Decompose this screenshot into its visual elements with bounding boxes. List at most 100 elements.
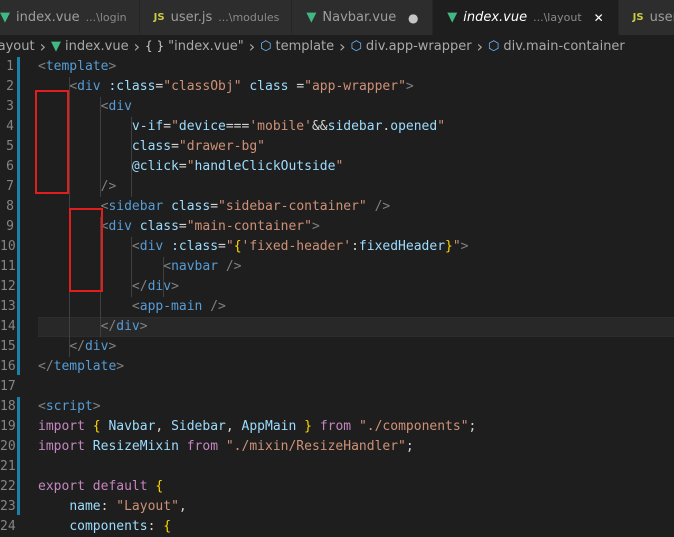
code-line[interactable]: 1 <template> [0, 57, 674, 77]
code-line[interactable]: 19 import { Navbar, Sidebar, AppMain } fr… [0, 417, 674, 437]
chevron-right-icon: › [133, 36, 141, 56]
breadcrumb-label: "index.vue" [168, 38, 244, 54]
code-line[interactable]: 3 <div [0, 97, 674, 117]
code-token: handleClickOutside [194, 159, 336, 174]
code-line[interactable]: 24 components: { [0, 517, 674, 537]
cube-icon: ⬡ [350, 38, 362, 54]
line-number: 18 [0, 399, 16, 414]
breadcrumb-item[interactable]: ⬡ template [260, 39, 334, 54]
code-token: "drawer-bg" [178, 139, 265, 154]
code-token: 'fixed-header' [241, 239, 352, 254]
code-line[interactable]: 6 @click="handleClickOutside" [0, 157, 674, 177]
code-line[interactable]: 15 </div> [0, 337, 674, 357]
code-token: template [45, 59, 109, 74]
code-line[interactable]: 21 [0, 457, 674, 477]
code-token: "./components" [358, 419, 469, 434]
chevron-right-icon: › [476, 36, 483, 56]
code-text: export default { [38, 477, 163, 497]
code-line[interactable]: 23 name: "Layout", [0, 497, 674, 517]
code-token: script [45, 399, 93, 414]
code-line[interactable]: 4 v-if="device==='mobile'&&sidebar.opene… [0, 117, 674, 137]
line-number: 16 [0, 359, 16, 374]
tab-label: Navbar.vue [322, 10, 397, 25]
code-token: from [319, 419, 352, 434]
code-token: template [53, 359, 117, 374]
line-number: 14 [0, 319, 16, 334]
editor-tab[interactable]: JS user.js [618, 0, 674, 35]
line-number: 8 [6, 199, 14, 214]
code-line[interactable]: 7 /> [0, 177, 674, 197]
code-line[interactable]: 13 <app-main /> [0, 297, 674, 317]
code-text: </template> [38, 357, 124, 377]
cube-icon: ⬡ [260, 38, 272, 54]
code-text: <div :class="classObj" class ="app-wrapp… [38, 77, 414, 97]
editor-tab[interactable]: ▼ index.vue ...\login [0, 0, 140, 35]
code-token: </ [69, 339, 85, 354]
code-line[interactable]: 16 </template> [0, 357, 674, 377]
code-token: = [288, 79, 305, 94]
code-text: name: "Layout", [38, 497, 186, 517]
code-token: "Layout" [116, 499, 179, 514]
code-token: 'mobile' [249, 119, 312, 134]
line-number: 24 [0, 519, 16, 534]
code-line[interactable]: 5 class="drawer-bg" [0, 137, 674, 157]
code-line[interactable]: 14 </div> [0, 317, 674, 337]
breadcrumb-item[interactable]: ⬡ div.main-container [488, 39, 625, 54]
braces-icon: { } [145, 39, 165, 53]
close-icon[interactable]: ✕ [592, 11, 606, 25]
code-token: default [92, 479, 148, 494]
breadcrumb-label: div.main-container [503, 38, 625, 54]
code-line[interactable]: 20 import ResizeMixin from "./mixin/Resiz… [0, 437, 674, 457]
code-token: < [131, 239, 140, 254]
code-line[interactable]: 18 <script> [0, 397, 674, 417]
breadcrumb-item[interactable]: ▼ index.vue [51, 39, 129, 54]
line-number: 23 [0, 499, 16, 514]
code-token: from [186, 439, 219, 454]
code-token: fixedHeader [358, 239, 446, 254]
tab-label: user.js [170, 10, 213, 25]
line-number: 7 [6, 179, 14, 194]
code-token: " [225, 239, 234, 254]
code-token: "classObj" [163, 79, 242, 94]
code-text: components: { [38, 517, 171, 537]
editor-tab[interactable]: JS user.js ...\modules [139, 0, 293, 35]
code-token: "main-container" [186, 219, 312, 234]
breadcrumb-item[interactable]: ⬡ div.app-wrapper [351, 39, 472, 54]
editor-tab[interactable]: ▼ index.vue ...\layout ✕ [433, 0, 619, 35]
breadcrumb-item[interactable]: layout [0, 39, 35, 54]
editor-tab[interactable]: ▼ Navbar.vue ● [292, 0, 434, 35]
code-line[interactable]: 17 [0, 377, 674, 397]
line-number: 11 [0, 259, 16, 274]
code-token: Navbar [108, 419, 156, 434]
code-text: </div> [38, 277, 179, 297]
code-token: :class [171, 239, 219, 254]
line-number: 13 [0, 299, 16, 314]
unsaved-dot-icon[interactable]: ● [406, 11, 420, 25]
breadcrumb-label: template [275, 38, 335, 54]
code-editor[interactable]: 1 <template> 2 <div :class="classObj" clas… [0, 57, 674, 534]
js-icon: JS [153, 12, 165, 23]
code-token: "./mixin/ResizeHandler" [225, 439, 406, 454]
breadcrumb-item[interactable]: { } "index.vue" [145, 39, 244, 54]
code-token: ; [468, 419, 477, 434]
breadcrumb-label: index.vue [64, 38, 129, 54]
code-text: </div> [38, 317, 148, 337]
code-text: <template> [38, 57, 116, 77]
chevron-right-icon: › [248, 36, 256, 56]
code-token: /> [225, 259, 242, 274]
code-line[interactable]: 22 export default { [0, 477, 674, 497]
code-line[interactable]: 2 <div :class="classObj" class ="app-wra… [0, 77, 674, 97]
code-token: " [437, 119, 446, 134]
code-token: = [171, 139, 179, 154]
code-token: } [304, 419, 312, 434]
tab-path: ...\login [85, 11, 127, 24]
code-token: : [351, 239, 359, 254]
code-token: > [405, 79, 414, 94]
code-token: > [108, 339, 117, 354]
code-token: < [38, 59, 46, 74]
